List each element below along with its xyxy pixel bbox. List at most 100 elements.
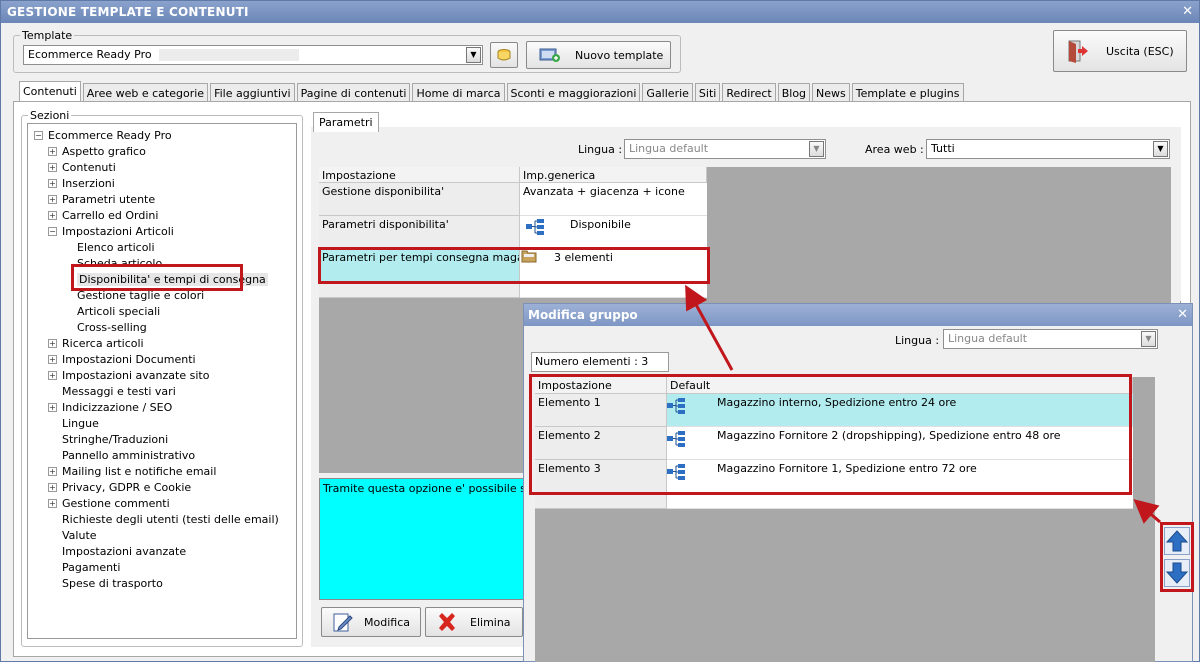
chevron-down-icon[interactable]: ▼ <box>1141 331 1156 347</box>
tree-item[interactable]: + Privacy, GDPR e Cookie <box>48 479 191 495</box>
collapse-icon[interactable]: − <box>34 130 43 140</box>
expand-icon[interactable]: + <box>48 498 57 508</box>
exit-label: Uscita (ESC) <box>1106 44 1174 58</box>
tab-parametri[interactable]: Parametri <box>313 112 379 132</box>
open-template-button[interactable] <box>490 42 518 68</box>
expand-icon[interactable]: + <box>48 162 57 172</box>
tab-news[interactable]: News <box>812 83 850 102</box>
tree-item[interactable]: + Ricerca articoli <box>48 335 144 351</box>
move-up-button[interactable] <box>1164 527 1190 555</box>
tree-root-label: Ecommerce Ready Pro <box>48 128 172 142</box>
edit-button[interactable]: Modifica <box>321 607 421 637</box>
expand-icon[interactable]: + <box>48 466 57 476</box>
chevron-down-icon[interactable]: ▼ <box>466 47 481 63</box>
expand-icon[interactable]: + <box>48 370 57 380</box>
tree-item[interactable]: Disponibilita' e tempi di consegna <box>63 271 268 287</box>
tree-item[interactable]: + Impostazioni Documenti <box>48 351 196 367</box>
tree-item[interactable]: + Parametri utente <box>48 191 155 207</box>
tree-item[interactable]: Spese di trasporto <box>48 575 163 591</box>
row-setting-label: Parametri per tempi consegna magazzini <box>319 249 520 282</box>
delete-button[interactable]: Elimina <box>425 607 523 637</box>
exit-button[interactable]: Uscita (ESC) <box>1053 30 1187 72</box>
tree-item[interactable]: Messaggi e testi vari <box>48 383 176 399</box>
lingua-select[interactable]: Lingua default ▼ <box>624 139 826 159</box>
dialog-title: Modifica gruppo <box>524 304 1192 326</box>
expand-icon[interactable]: + <box>48 146 57 156</box>
tree-item[interactable]: Scheda articolo <box>63 255 162 271</box>
expand-icon[interactable]: + <box>48 194 57 204</box>
expand-icon[interactable]: + <box>48 338 57 348</box>
tree-item[interactable]: + Gestione commenti <box>48 495 170 511</box>
tab-home-marca[interactable]: Home di marca <box>412 83 505 102</box>
move-down-button[interactable] <box>1164 559 1190 587</box>
new-template-button[interactable]: Nuovo template <box>526 41 671 69</box>
tab-file-aggiuntivi[interactable]: File aggiuntivi <box>210 83 295 102</box>
delete-x-icon <box>439 613 455 631</box>
collapse-icon[interactable]: − <box>48 226 57 236</box>
row-setting-value[interactable]: Disponibile <box>520 216 707 249</box>
tab-aree-web[interactable]: Aree web e categorie <box>82 83 209 102</box>
tree-item[interactable]: Articoli speciali <box>63 303 160 319</box>
tree-item[interactable]: Richieste degli utenti (testi delle emai… <box>48 511 279 527</box>
tab-redirect[interactable]: Redirect <box>722 83 776 102</box>
tree-item-label: Gestione commenti <box>62 496 170 510</box>
tree-item[interactable]: Lingue <box>48 415 99 431</box>
tree-item-label: Impostazioni Articoli <box>62 224 174 238</box>
tree-item[interactable]: + Inserzioni <box>48 175 115 191</box>
chevron-down-icon[interactable]: ▼ <box>809 141 824 157</box>
row-setting-value[interactable]: Avanzata + giacenza + icone <box>520 183 707 216</box>
tree-item-label: Stringhe/Traduzioni <box>62 432 169 446</box>
arrow-up-icon <box>1165 530 1189 552</box>
area-web-select[interactable]: Tutti ▼ <box>926 139 1170 159</box>
expand-icon[interactable]: + <box>48 210 57 220</box>
expand-icon[interactable]: + <box>48 178 57 188</box>
tree-root[interactable]: − Ecommerce Ready Pro <box>34 127 172 143</box>
tab-blog[interactable]: Blog <box>777 83 811 102</box>
tree-item-label: Mailing list e notifiche email <box>62 464 217 478</box>
chevron-down-icon[interactable]: ▼ <box>1153 141 1168 157</box>
tree-item-label: Spese di trasporto <box>62 576 163 590</box>
sections-tree[interactable]: − Ecommerce Ready Pro + Aspetto grafico + C… <box>27 123 297 639</box>
tree-item[interactable]: Impostazioni avanzate <box>48 543 186 559</box>
tree-item[interactable]: Pagamenti <box>48 559 120 575</box>
tree-item[interactable]: − Impostazioni Articoli <box>48 223 174 239</box>
tree-item-label: Impostazioni avanzate sito <box>62 368 210 382</box>
close-icon[interactable]: ✕ <box>1182 4 1193 19</box>
dialog-row-value[interactable]: Magazzino Fornitore 1, Spedizione entro … <box>667 460 1133 493</box>
dialog-col-impostazione: Impostazione <box>535 377 667 394</box>
expand-icon[interactable]: + <box>48 402 57 412</box>
row-setting-value[interactable]: 3 elementi <box>520 249 707 282</box>
tree-item[interactable]: Stringhe/Traduzioni <box>48 431 168 447</box>
tree-item[interactable]: + Contenuti <box>48 159 116 175</box>
tab-siti[interactable]: Siti <box>694 83 721 102</box>
tree-item[interactable]: Cross-selling <box>63 319 147 335</box>
tree-item[interactable]: + Mailing list e notifiche email <box>48 463 216 479</box>
template-select[interactable]: Ecommerce Ready Pro ▼ <box>23 45 483 65</box>
expand-icon[interactable]: + <box>48 482 57 492</box>
edit-group-dialog: Modifica gruppo ✕ Lingua : Lingua defaul… <box>523 303 1193 662</box>
expand-icon[interactable]: + <box>48 354 57 364</box>
tree-item[interactable]: Elenco articoli <box>63 239 155 255</box>
tree-item[interactable]: + Carrello ed Ordini <box>48 207 158 223</box>
tree-item[interactable]: Pannello amministrativo <box>48 447 195 463</box>
tree-item-label: Carrello ed Ordini <box>62 208 159 222</box>
close-icon[interactable]: ✕ <box>1177 307 1188 322</box>
tree-item-label: Elenco articoli <box>77 240 155 254</box>
dialog-row-value[interactable]: Magazzino interno, Spedizione entro 24 o… <box>667 394 1133 427</box>
tree-item-label: Gestione taglie e colori <box>77 288 205 302</box>
tab-pagine-contenuti[interactable]: Pagine di contenuti <box>296 83 411 102</box>
empty-row-cell <box>535 493 667 509</box>
tree-item[interactable]: Gestione taglie e colori <box>63 287 204 303</box>
tab-contenuti[interactable]: Contenuti <box>19 81 81 102</box>
tree-item[interactable]: + Aspetto grafico <box>48 143 146 159</box>
tab-gallerie[interactable]: Gallerie <box>642 83 693 102</box>
tree-item[interactable]: + Indicizzazione / SEO <box>48 399 172 415</box>
tab-template-plugins[interactable]: Template e plugins <box>851 83 964 102</box>
tree-item[interactable]: Valute <box>48 527 97 543</box>
area-web-label: Area web : <box>865 143 924 156</box>
tree-item[interactable]: + Impostazioni avanzate sito <box>48 367 209 383</box>
dialog-row-value[interactable]: Magazzino Fornitore 2 (dropshipping), Sp… <box>667 427 1133 460</box>
tab-sconti[interactable]: Sconti e maggiorazioni <box>506 83 641 102</box>
delete-label: Elimina <box>470 615 511 629</box>
dialog-lingua-select[interactable]: Lingua default ▼ <box>943 329 1158 349</box>
